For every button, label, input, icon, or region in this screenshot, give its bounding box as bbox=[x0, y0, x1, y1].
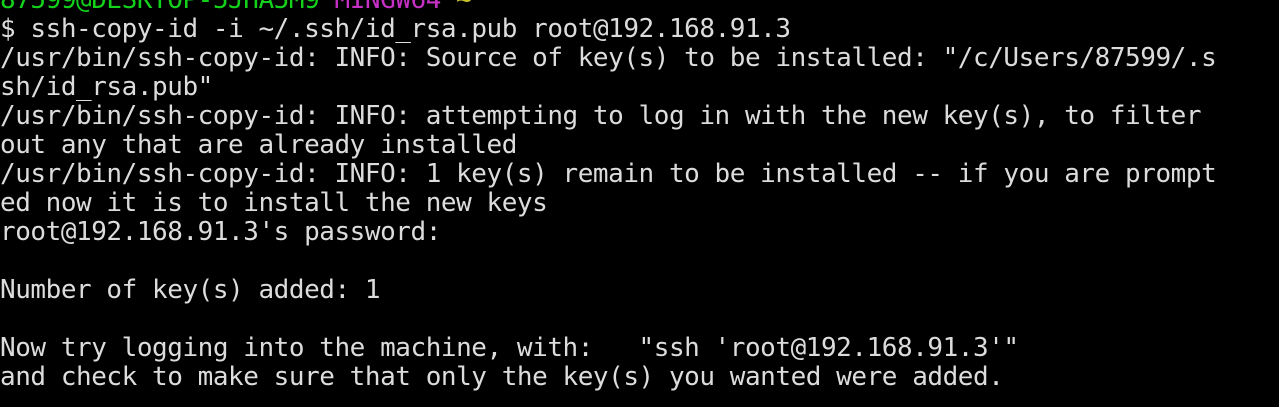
prompt-msystem: MINGW64 bbox=[334, 0, 442, 15]
output-line: sh/id_rsa.pub" bbox=[0, 72, 213, 102]
output-line: /usr/bin/ssh-copy-id: INFO: attempting t… bbox=[0, 101, 1202, 131]
prompt-line: 87599@DESKTOP-5JHA5M9 MINGW64 ~ bbox=[0, 0, 1279, 15]
prompt-user-host: 87599@DESKTOP-5JHA5M9 bbox=[0, 0, 320, 15]
command-line: $ ssh-copy-id -i ~/.ssh/id_rsa.pub root@… bbox=[0, 15, 1279, 44]
password-prompt-line: root@192.168.91.3's password: bbox=[0, 217, 441, 247]
terminal-window[interactable]: 87599@DESKTOP-5JHA5M9 MINGW64 ~ $ ssh-co… bbox=[0, 0, 1279, 407]
command-text: ssh-copy-id -i ~/.ssh/id_rsa.pub root@19… bbox=[30, 14, 791, 44]
prompt-path: ~ bbox=[456, 0, 472, 15]
output-line: /usr/bin/ssh-copy-id: INFO: Source of ke… bbox=[0, 43, 1217, 73]
output-line: Number of key(s) added: 1 bbox=[0, 275, 381, 305]
output-line: /usr/bin/ssh-copy-id: INFO: 1 key(s) rem… bbox=[0, 159, 1217, 189]
command-prompt-symbol: $ bbox=[0, 14, 31, 44]
output-line: Now try logging into the machine, with: … bbox=[0, 333, 1019, 363]
output-line: ed now it is to install the new keys bbox=[0, 188, 548, 218]
output-line: and check to make sure that only the key… bbox=[0, 362, 1004, 392]
output-line: out any that are already installed bbox=[0, 130, 517, 160]
